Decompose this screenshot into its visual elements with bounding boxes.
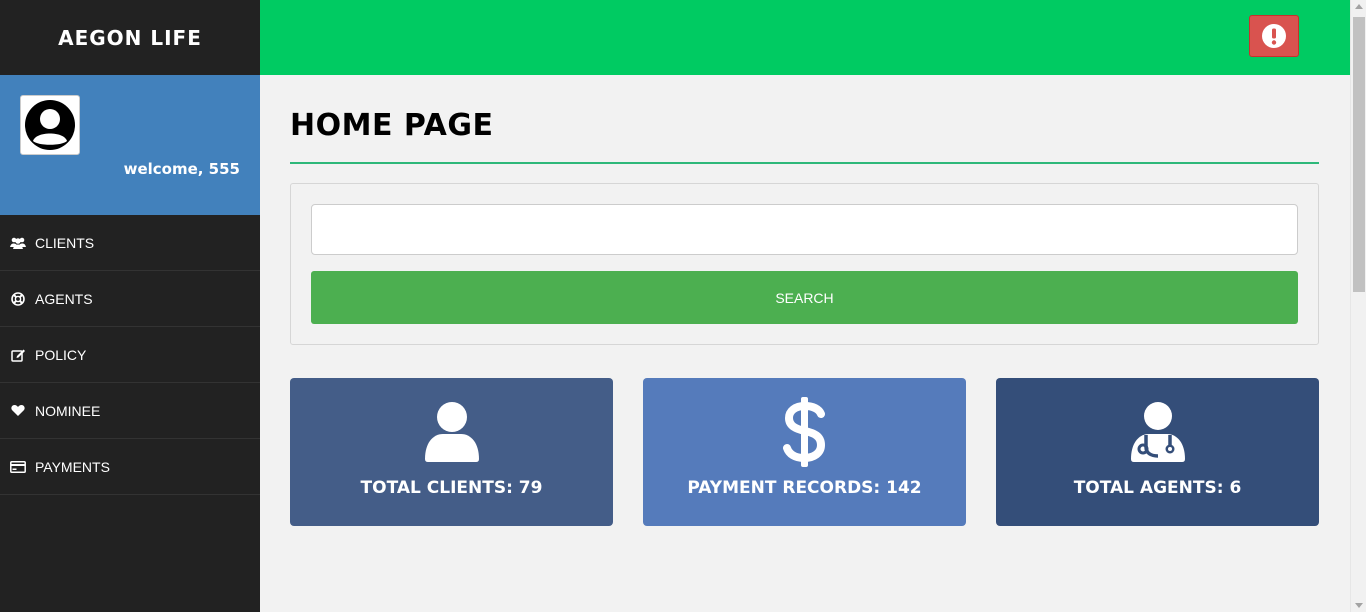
sidebar-item-payments[interactable]: PAYMENTS [0, 439, 260, 495]
title-divider [290, 162, 1319, 164]
user-icon [424, 402, 479, 462]
edit-icon [10, 347, 26, 363]
sidebar-item-label: CLIENTS [35, 234, 95, 251]
card-label: TOTAL CLIENTS: 79 [360, 478, 543, 498]
sidebar-item-policy[interactable]: POLICY [0, 327, 260, 383]
sidebar: AEGON LIFE welcome, 555 CLIENTS AGENTS P… [0, 0, 260, 612]
credit-card-icon [10, 459, 26, 475]
sidebar-item-label: AGENTS [35, 290, 93, 307]
sidebar-item-clients[interactable]: CLIENTS [0, 215, 260, 271]
users-icon [10, 235, 26, 251]
life-ring-icon [10, 291, 26, 307]
card-label: PAYMENT RECORDS: 142 [687, 478, 922, 498]
welcome-text: welcome, 555 [123, 160, 240, 178]
page-scrollbar[interactable] [1350, 0, 1366, 612]
heart-icon [10, 403, 26, 419]
user-doctor-icon [1130, 402, 1185, 462]
card-label: TOTAL AGENTS: 6 [1073, 478, 1242, 498]
payment-records-card[interactable]: PAYMENT RECORDS: 142 [643, 378, 966, 526]
total-agents-card[interactable]: TOTAL AGENTS: 6 [996, 378, 1319, 526]
scroll-up-arrow[interactable] [1355, 4, 1363, 9]
sidebar-item-label: NOMINEE [35, 402, 101, 419]
search-panel: SEARCH [290, 183, 1319, 345]
top-bar [260, 0, 1350, 75]
sidebar-item-nominee[interactable]: NOMINEE [0, 383, 260, 439]
sidebar-item-label: POLICY [35, 346, 87, 363]
scroll-down-arrow[interactable] [1355, 603, 1363, 608]
user-avatar-icon [25, 100, 75, 150]
search-button[interactable]: SEARCH [311, 271, 1298, 324]
scroll-thumb[interactable] [1353, 17, 1365, 292]
search-input[interactable] [311, 204, 1298, 255]
page-title: HOME PAGE [290, 108, 494, 143]
profile-panel: welcome, 555 [0, 75, 260, 215]
sidebar-item-label: PAYMENTS [35, 458, 110, 475]
avatar [20, 95, 80, 155]
exclamation-circle-icon [1262, 24, 1286, 48]
total-clients-card[interactable]: TOTAL CLIENTS: 79 [290, 378, 613, 526]
alert-button[interactable] [1249, 15, 1299, 57]
dollar-icon [782, 397, 825, 467]
brand-title: AEGON LIFE [58, 25, 202, 50]
sidebar-item-agents[interactable]: AGENTS [0, 271, 260, 327]
